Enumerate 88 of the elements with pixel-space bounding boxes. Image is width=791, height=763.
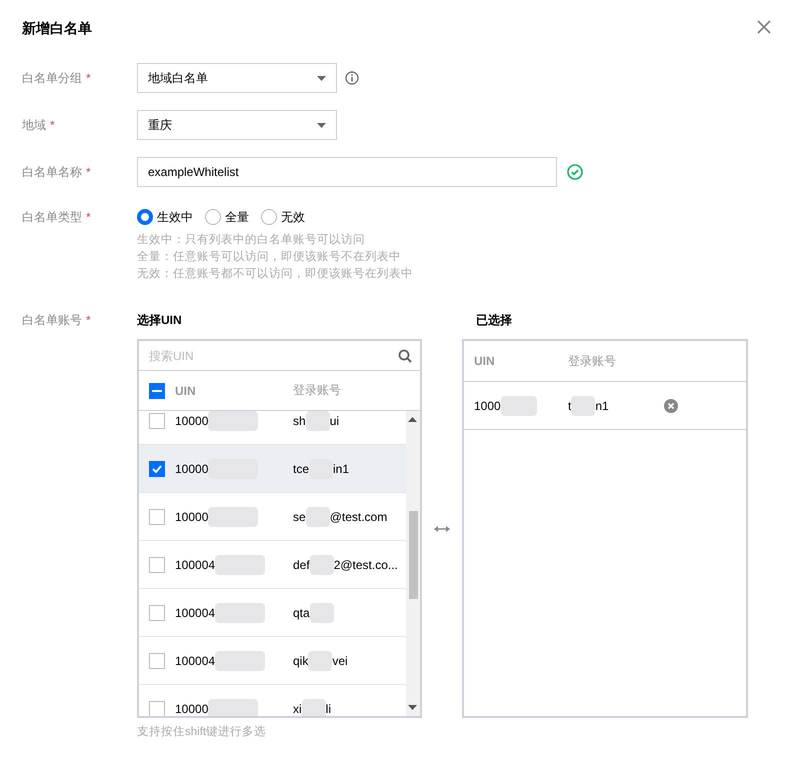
required-mark: * <box>86 312 91 329</box>
radio-option[interactable]: 生效中 <box>137 208 193 226</box>
blurred-patch <box>215 554 266 574</box>
blurred-patch <box>310 602 334 622</box>
field-label: 地域 <box>22 117 46 134</box>
row-checkbox[interactable] <box>149 604 165 620</box>
radio-option[interactable]: 全量 <box>205 208 249 226</box>
blurred-patch <box>208 506 258 526</box>
uin-text: 1000 <box>474 398 501 412</box>
account-text: qta <box>293 606 310 620</box>
column-header: UIN <box>474 354 496 368</box>
required-mark: * <box>86 209 91 226</box>
list-row[interactable]: 10000 sh ui <box>139 411 406 445</box>
field-label: 白名单分组 <box>22 70 82 87</box>
account-text: qik <box>293 654 308 668</box>
required-mark: * <box>86 164 91 181</box>
uin-text: 10000 <box>175 510 208 524</box>
account-text: vei <box>332 654 348 668</box>
field-label: 白名单类型 <box>22 209 82 226</box>
panel-title: 选择UIN <box>137 312 183 329</box>
uin-text: 10000 <box>175 702 208 716</box>
help-text: 无效：任意账号都不可以访问，即便该账号在列表中 <box>137 266 413 282</box>
help-text: 全量：任意账号可以访问，即便该账号不在列表中 <box>137 249 402 265</box>
caret-icon <box>317 122 326 128</box>
info-icon[interactable] <box>345 71 359 85</box>
uin-text: 10000 <box>175 462 208 476</box>
blurred-patch <box>306 506 330 526</box>
uin-text: 100004 <box>175 558 216 572</box>
field-label: 白名单名称 <box>22 164 82 181</box>
row-checkbox[interactable] <box>149 412 165 428</box>
account-text: 2@test.co... <box>334 558 398 572</box>
blurred-patch <box>215 602 266 622</box>
required-mark: * <box>86 70 91 87</box>
row-checkbox[interactable] <box>149 700 165 716</box>
swap-arrows-icon <box>434 524 450 532</box>
account-text: n1 <box>595 398 609 412</box>
account-text: li <box>326 702 332 716</box>
row-checkbox[interactable] <box>149 460 165 476</box>
account-text: t <box>568 398 572 412</box>
blurred-patch <box>571 396 596 416</box>
dropdown[interactable]: 重庆 <box>137 110 337 140</box>
check-icon <box>152 464 162 472</box>
account-text: in1 <box>333 462 350 476</box>
scroll-down-icon[interactable] <box>408 705 417 710</box>
blurred-patch <box>215 650 266 670</box>
blurred-patch <box>500 396 537 416</box>
field-label: 白名单账号 <box>22 312 82 329</box>
account-text: se <box>293 510 306 524</box>
blurred-patch <box>306 411 330 430</box>
blurred-patch <box>208 411 258 430</box>
blurred-patch <box>308 650 332 670</box>
scroll-thumb[interactable] <box>409 511 418 599</box>
row-checkbox[interactable] <box>149 508 165 524</box>
radio-option[interactable]: 无效 <box>261 208 305 226</box>
account-text: tce <box>293 462 310 476</box>
name-input[interactable]: exampleWhitelist <box>137 157 557 187</box>
list-row[interactable]: 10000 tce in1 <box>139 445 406 493</box>
uin-text: 100004 <box>175 654 216 668</box>
blurred-patch <box>208 698 258 716</box>
account-text: xi <box>293 702 302 716</box>
blurred-patch <box>302 698 326 716</box>
column-header: UIN <box>175 384 197 398</box>
remove-icon <box>664 398 678 412</box>
uin-text: 10000 <box>175 414 208 428</box>
uin-text: 100004 <box>175 606 216 620</box>
dialog-title: 新增白名单 <box>22 19 92 38</box>
close-button[interactable] <box>757 20 773 36</box>
caret-icon <box>317 76 326 80</box>
account-text: ui <box>330 414 340 428</box>
column-header: 登录账号 <box>293 382 342 399</box>
required-mark: * <box>50 117 55 134</box>
minus-icon <box>152 390 162 392</box>
remove-button[interactable] <box>664 398 678 412</box>
account-text: @test.com <box>330 510 388 524</box>
search-icon[interactable] <box>398 348 412 362</box>
select-all-checkbox[interactable] <box>149 382 165 398</box>
column-header: 登录账号 <box>568 352 617 370</box>
row-checkbox[interactable] <box>149 556 165 572</box>
row-checkbox[interactable] <box>149 652 165 668</box>
scroll-up-icon[interactable] <box>408 417 417 422</box>
account-text: def <box>293 558 310 572</box>
account-text: sh <box>293 414 306 428</box>
scrollbar[interactable] <box>406 411 420 716</box>
help-text: 生效中：只有列表中的白名单账号可以访问 <box>137 232 366 248</box>
hint-text: 支持按住shift键进行多选 <box>137 724 268 739</box>
blurred-patch <box>310 554 334 574</box>
panel-title: 已选择 <box>475 312 513 329</box>
dropdown[interactable]: 地域白名单 <box>137 63 337 93</box>
